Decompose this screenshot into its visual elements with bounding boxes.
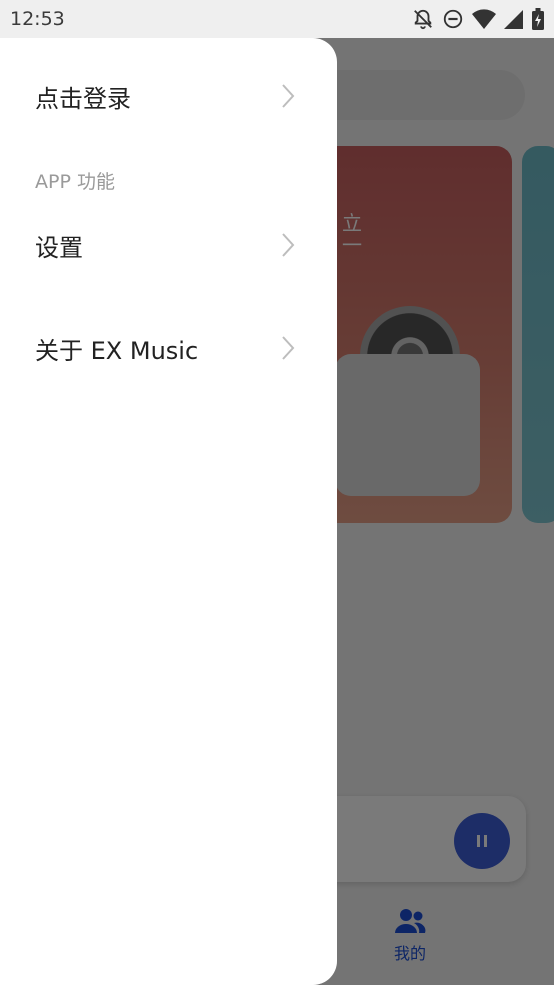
chevron-right-icon xyxy=(282,84,295,108)
wifi-icon xyxy=(472,9,496,29)
drawer-item-settings[interactable]: 设置 xyxy=(0,215,337,275)
status-bar: 12:53 xyxy=(0,0,554,38)
chevron-right-icon xyxy=(282,336,295,360)
notifications-off-icon xyxy=(414,9,432,30)
chevron-right-icon xyxy=(282,233,295,257)
drawer-item-label: 关于 EX Music xyxy=(35,336,199,365)
battery-charging-icon xyxy=(532,8,544,30)
login-item[interactable]: 点击登录 xyxy=(0,66,337,126)
status-time: 12:53 xyxy=(10,8,65,30)
navigation-drawer: 点击登录 APP 功能 设置 关于 EX Music xyxy=(0,38,337,985)
drawer-item-about[interactable]: 关于 EX Music xyxy=(0,318,337,378)
signal-icon xyxy=(504,10,523,29)
login-label: 点击登录 xyxy=(35,84,131,113)
do-not-disturb-icon xyxy=(443,9,463,29)
drawer-item-label: 设置 xyxy=(35,233,83,262)
section-title-app-features: APP 功能 xyxy=(35,171,115,193)
status-icons xyxy=(412,8,544,30)
